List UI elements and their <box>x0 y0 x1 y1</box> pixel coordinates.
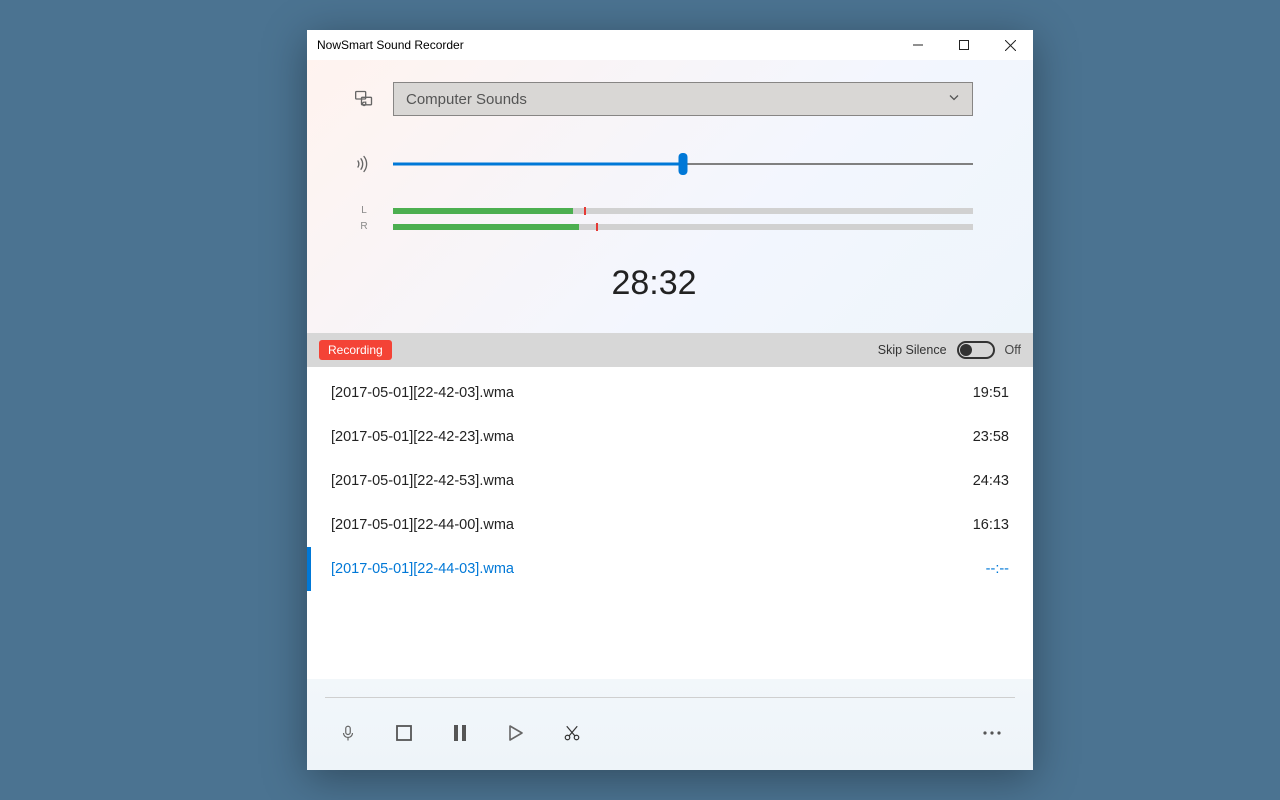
file-row[interactable]: [2017-05-01][22-42-03].wma19:51 <box>307 371 1033 415</box>
status-bar: Recording Skip Silence Off <box>307 333 1033 367</box>
file-duration: 16:13 <box>973 517 1009 533</box>
app-window: NowSmart Sound Recorder Computer Sounds <box>307 30 1033 770</box>
slider-thumb[interactable] <box>679 153 688 175</box>
source-row: Computer Sounds <box>335 82 973 116</box>
level-fill-right <box>393 224 579 230</box>
file-duration: 23:58 <box>973 429 1009 445</box>
source-select[interactable]: Computer Sounds <box>393 82 973 116</box>
level-label-left: L <box>361 206 367 216</box>
cut-button[interactable] <box>559 720 585 746</box>
titlebar: NowSmart Sound Recorder <box>307 30 1033 60</box>
level-label-right: R <box>360 222 367 232</box>
close-button[interactable] <box>987 30 1033 60</box>
file-duration: 19:51 <box>973 385 1009 401</box>
minimize-button[interactable] <box>895 30 941 60</box>
source-icon <box>335 89 393 109</box>
window-title: NowSmart Sound Recorder <box>317 38 464 52</box>
source-selected-label: Computer Sounds <box>406 91 527 108</box>
slider-filled <box>393 163 683 166</box>
levels-row: L R <box>335 206 973 232</box>
file-name: [2017-05-01][22-42-23].wma <box>331 429 973 445</box>
file-row[interactable]: [2017-05-01][22-42-53].wma24:43 <box>307 459 1033 503</box>
file-row[interactable]: [2017-05-01][22-44-00].wma16:13 <box>307 503 1033 547</box>
maximize-button[interactable] <box>941 30 987 60</box>
stop-button[interactable] <box>391 720 417 746</box>
file-duration: 24:43 <box>973 473 1009 489</box>
skip-silence-label: Skip Silence <box>878 343 947 357</box>
recordings-list[interactable]: [2017-05-01][22-42-03].wma19:51[2017-05-… <box>307 367 1033 679</box>
record-button[interactable] <box>335 720 361 746</box>
recording-badge: Recording <box>319 340 392 360</box>
skip-silence-state: Off <box>1005 343 1021 357</box>
chevron-down-icon <box>948 91 960 108</box>
level-meters <box>393 208 973 230</box>
file-name: [2017-05-01][22-44-00].wma <box>331 517 973 533</box>
levels-labels: L R <box>335 206 393 232</box>
recording-timer: 28:32 <box>335 264 973 303</box>
bottom-bar <box>307 679 1033 770</box>
file-name: [2017-05-01][22-42-03].wma <box>331 385 973 401</box>
file-row[interactable]: [2017-05-01][22-44-03].wma--:-- <box>307 547 1033 591</box>
toggle-knob <box>960 344 972 356</box>
level-bar-right <box>393 224 973 230</box>
recording-panel: Computer Sounds L <box>307 60 1033 333</box>
file-row[interactable]: [2017-05-01][22-42-23].wma23:58 <box>307 415 1033 459</box>
more-button[interactable] <box>979 720 1005 746</box>
volume-slider[interactable] <box>393 152 973 176</box>
file-duration: --:-- <box>986 561 1009 577</box>
level-bar-left <box>393 208 973 214</box>
skip-silence-toggle[interactable] <box>957 341 995 359</box>
play-button[interactable] <box>503 720 529 746</box>
volume-row <box>335 152 973 176</box>
file-name: [2017-05-01][22-42-53].wma <box>331 473 973 489</box>
volume-icon <box>335 155 393 173</box>
level-peak-right <box>596 223 598 231</box>
file-name: [2017-05-01][22-44-03].wma <box>331 561 986 577</box>
playback-controls <box>307 698 1033 770</box>
level-peak-left <box>584 207 586 215</box>
pause-button[interactable] <box>447 720 473 746</box>
level-fill-left <box>393 208 573 214</box>
